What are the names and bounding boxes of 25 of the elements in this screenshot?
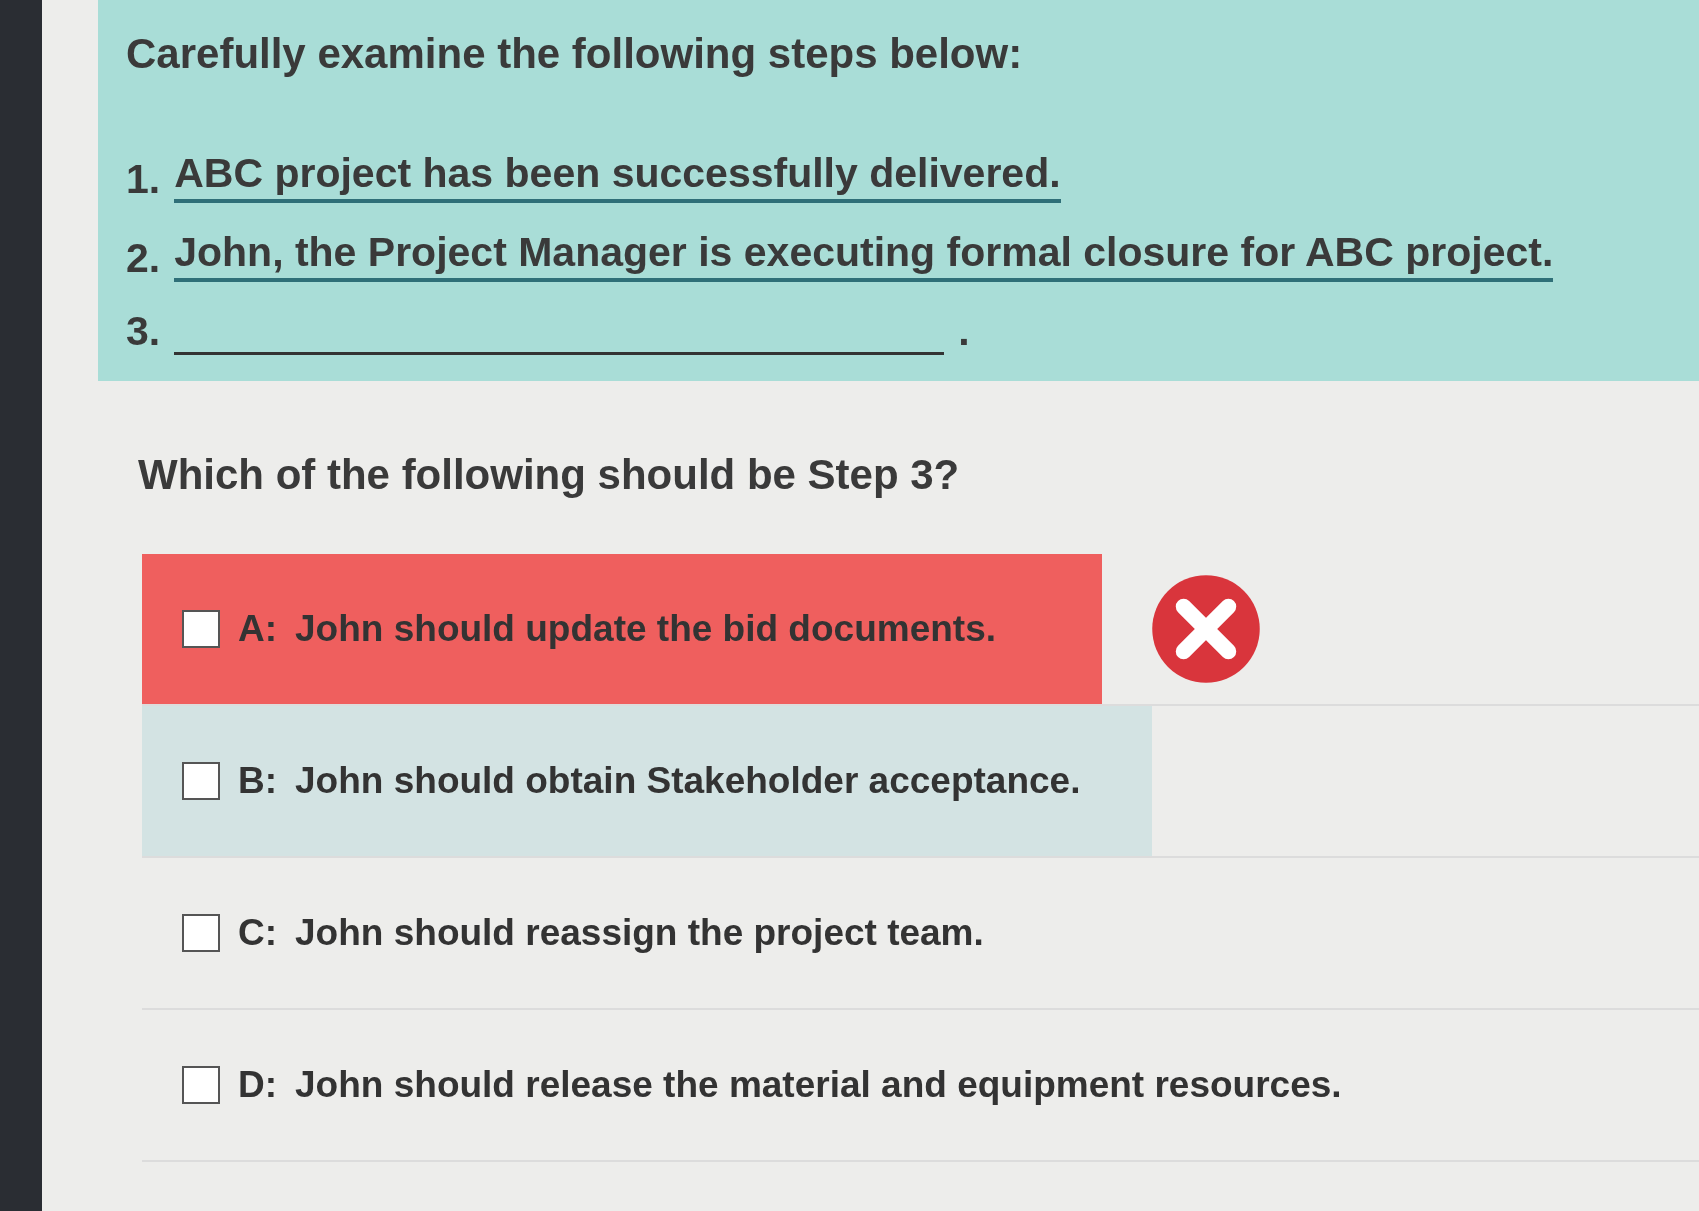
checkbox[interactable] xyxy=(182,1066,220,1104)
option-letter: A: xyxy=(238,608,278,650)
answer-option[interactable]: B: John should obtain Stakeholder acceptance. xyxy=(142,706,1152,856)
option-text: John should reassign the project team. xyxy=(295,912,984,954)
option-letter: C: xyxy=(238,912,278,954)
step-number: 2. xyxy=(126,235,161,282)
answer-option[interactable]: A: John should update the bid documents. xyxy=(142,554,1102,704)
option-text: John should update the bid documents. xyxy=(295,608,996,650)
option-letter: B: xyxy=(238,760,278,802)
checkbox[interactable] xyxy=(182,762,220,800)
prompt-title: Carefully examine the following steps below: xyxy=(126,30,1024,78)
incorrect-icon xyxy=(1150,573,1262,685)
option-text: John should release the material and equipment resources. xyxy=(295,1064,1342,1106)
checkbox[interactable] xyxy=(182,914,220,952)
option-text: John should obtain Stakeholder acceptance. xyxy=(295,760,1081,802)
option-letter: D: xyxy=(238,1064,278,1106)
checkbox[interactable] xyxy=(182,610,220,648)
step-text: . xyxy=(958,308,970,355)
step-text: ABC project has been successfully delivered. xyxy=(174,150,1061,203)
answer-option[interactable]: D: John should release the material and equipment resources. xyxy=(142,1010,1382,1160)
answer-option[interactable]: C: John should reassign the project team. xyxy=(142,858,1102,1008)
question-text: Which of the following should be Step 3? xyxy=(138,451,961,499)
step-text: John, the Project Manager is executing formal closure for ABC project. xyxy=(174,229,1554,282)
step-number: 1. xyxy=(126,156,161,203)
step-number: 3. xyxy=(126,308,161,355)
